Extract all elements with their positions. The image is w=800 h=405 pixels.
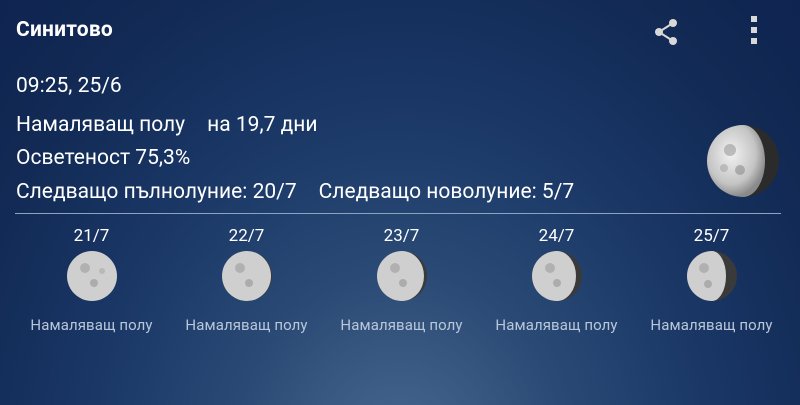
forecast-date: 21/7 [73, 226, 110, 246]
divider [15, 213, 781, 214]
forecast-phase: Намаляващ полу [650, 316, 773, 334]
app-bar: Синитово [0, 0, 800, 64]
more-vert-icon[interactable] [742, 14, 766, 50]
forecast-day: 25/7 Намаляващ полу [634, 222, 789, 334]
phase-age: на 19,7 дни [207, 113, 318, 137]
forecast-day: 21/7 Намаляващ полу [14, 222, 169, 334]
phase-row: Намаляващ полу на 19,7 дни [16, 113, 318, 137]
forecast-phase: Намаляващ полу [30, 316, 153, 334]
forecast-date: 25/7 [693, 226, 730, 246]
moon-phase-icon [376, 251, 427, 301]
forecast-date: 23/7 [383, 226, 420, 246]
moon-phase-icon [66, 251, 117, 301]
forecast-phase: Намаляващ полу [340, 316, 463, 334]
moon-phase-icon [221, 251, 272, 301]
forecast-day: 22/7 Намаляващ полу [169, 222, 324, 334]
current-datetime: 09:25, 25/6 [16, 74, 122, 98]
forecast-phase: Намаляващ полу [185, 316, 308, 334]
moon-phase-icon [686, 251, 737, 301]
forecast-phase: Намаляващ полу [495, 316, 618, 334]
location-title: Синитово [16, 18, 113, 42]
forecast-date: 22/7 [228, 226, 265, 246]
illumination: Осветеност 75,3% [16, 146, 191, 170]
forecast-day: 23/7 Намаляващ полу [324, 222, 479, 334]
next-new-moon: Следващо новолуние: 5/7 [318, 180, 575, 204]
moon-phase-icon [531, 251, 582, 301]
current-moon-icon [707, 125, 779, 197]
forecast-day: 24/7 Намаляващ полу [479, 222, 634, 334]
forecast-date: 24/7 [538, 226, 575, 246]
next-full-moon: Следващо пълнолуние: 20/7 [16, 180, 297, 204]
share-icon[interactable] [650, 16, 682, 48]
phase-label: Намаляващ полу [16, 113, 186, 137]
next-phases-row: Следващо пълнолуние: 20/7 Следващо новолу… [16, 180, 574, 204]
